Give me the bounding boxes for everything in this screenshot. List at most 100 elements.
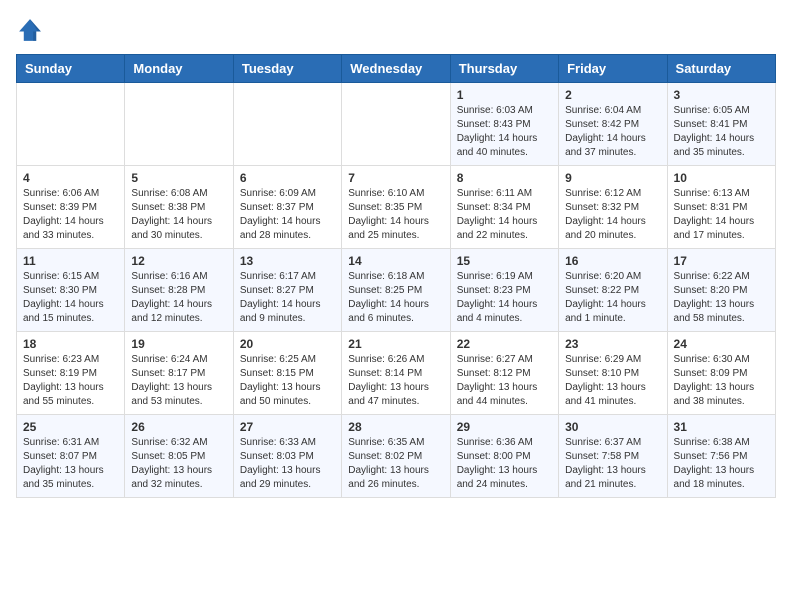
calendar-cell: 23Sunrise: 6:29 AM Sunset: 8:10 PM Dayli… (559, 332, 667, 415)
day-number: 15 (457, 254, 552, 268)
day-number: 19 (131, 337, 226, 351)
cell-text: Sunrise: 6:06 AM Sunset: 8:39 PM Dayligh… (23, 187, 118, 243)
day-header-friday: Friday (559, 55, 667, 83)
calendar-cell: 22 Sunrise: 6:27 AM Sunset: 8:12 PM Dayli… (450, 332, 558, 415)
cell-text: Sunrise: 6:23 AM Sunset: 8:19 PM Dayligh… (23, 353, 118, 409)
day-number: 9 (565, 171, 660, 185)
day-number: 8 (457, 171, 552, 185)
day-number: 16 (565, 254, 660, 268)
day-number: 27 (240, 420, 335, 434)
cell-text: Sunrise: 6:33 AM Sunset: 8:03 PM Dayligh… (240, 436, 335, 492)
day-number: 21 (348, 337, 443, 351)
calendar-cell: 30 Sunrise: 6:37 AM Sunset: 7:58 PM Dayli… (559, 415, 667, 498)
page-header (16, 16, 776, 44)
cell-text: Sunrise: 6:12 AM Sunset: 8:32 PM Dayligh… (565, 187, 660, 243)
cell-text: Sunrise: 6:38 AM Sunset: 7:56 PM Dayligh… (674, 436, 769, 492)
cell-text: Sunrise: 6:24 AM Sunset: 8:17 PM Dayligh… (131, 353, 226, 409)
cell-text: Sunrise: 6:11 AM Sunset: 8:34 PM Dayligh… (457, 187, 552, 243)
day-number: 29 (457, 420, 552, 434)
logo (16, 16, 48, 44)
calendar-cell: 24 Sunrise: 6:30 AM Sunset: 8:09 PM Dayli… (667, 332, 775, 415)
cell-text: Sunrise: 6:22 AM Sunset: 8:20 PM Dayligh… (674, 270, 769, 326)
day-number: 18 (23, 337, 118, 351)
cell-text: Sunrise: 6:17 AM Sunset: 8:27 PM Dayligh… (240, 270, 335, 326)
calendar-cell: 18 Sunrise: 6:23 AM Sunset: 8:19 PM Dayli… (17, 332, 125, 415)
day-number: 3 (674, 88, 769, 102)
cell-text: Sunrise: 6:05 AM Sunset: 8:41 PM Dayligh… (674, 104, 769, 160)
day-number: 20 (240, 337, 335, 351)
cell-text: Sunrise: 6:20 AM Sunset: 8:22 PM Dayligh… (565, 270, 660, 326)
cell-text: Sunrise: 6:31 AM Sunset: 8:07 PM Dayligh… (23, 436, 118, 492)
cell-text: Sunrise: 6:29 AM Sunset: 8:10 PM Dayligh… (565, 353, 660, 409)
day-number: 11 (23, 254, 118, 268)
day-number: 10 (674, 171, 769, 185)
cell-text: Sunrise: 6:32 AM Sunset: 8:05 PM Dayligh… (131, 436, 226, 492)
cell-text: Sunrise: 6:04 AM Sunset: 8:42 PM Dayligh… (565, 104, 660, 160)
calendar-cell: 7Sunrise: 6:10 AM Sunset: 8:35 PM Daylig… (342, 166, 450, 249)
calendar-cell (125, 83, 233, 166)
calendar-cell: 26 Sunrise: 6:32 AM Sunset: 8:05 PM Dayli… (125, 415, 233, 498)
calendar-week-4: 18 Sunrise: 6:23 AM Sunset: 8:19 PM Dayli… (17, 332, 776, 415)
day-number: 25 (23, 420, 118, 434)
cell-text: Sunrise: 6:03 AM Sunset: 8:43 PM Dayligh… (457, 104, 552, 160)
cell-text: Sunrise: 6:16 AM Sunset: 8:28 PM Dayligh… (131, 270, 226, 326)
calendar-cell: 4 Sunrise: 6:06 AM Sunset: 8:39 PM Daylig… (17, 166, 125, 249)
calendar-cell: 6 Sunrise: 6:09 AM Sunset: 8:37 PM Daylig… (233, 166, 341, 249)
day-header-thursday: Thursday (450, 55, 558, 83)
day-header-monday: Monday (125, 55, 233, 83)
cell-text: Sunrise: 6:27 AM Sunset: 8:12 PM Dayligh… (457, 353, 552, 409)
calendar-cell: 13 Sunrise: 6:17 AM Sunset: 8:27 PM Dayli… (233, 249, 341, 332)
cell-text: Sunrise: 6:36 AM Sunset: 8:00 PM Dayligh… (457, 436, 552, 492)
calendar-cell: 28 Sunrise: 6:35 AM Sunset: 8:02 PM Dayli… (342, 415, 450, 498)
calendar-cell: 17Sunrise: 6:22 AM Sunset: 8:20 PM Dayli… (667, 249, 775, 332)
day-number: 6 (240, 171, 335, 185)
cell-text: Sunrise: 6:30 AM Sunset: 8:09 PM Dayligh… (674, 353, 769, 409)
calendar-cell: 19 Sunrise: 6:24 AM Sunset: 8:17 PM Dayli… (125, 332, 233, 415)
day-number: 24 (674, 337, 769, 351)
calendar-cell: 9 Sunrise: 6:12 AM Sunset: 8:32 PM Daylig… (559, 166, 667, 249)
day-header-wednesday: Wednesday (342, 55, 450, 83)
calendar-cell: 12 Sunrise: 6:16 AM Sunset: 8:28 PM Dayli… (125, 249, 233, 332)
cell-text: Sunrise: 6:18 AM Sunset: 8:25 PM Dayligh… (348, 270, 443, 326)
calendar-week-2: 4 Sunrise: 6:06 AM Sunset: 8:39 PM Daylig… (17, 166, 776, 249)
cell-text: Sunrise: 6:19 AM Sunset: 8:23 PM Dayligh… (457, 270, 552, 326)
day-number: 28 (348, 420, 443, 434)
cell-text: Sunrise: 6:08 AM Sunset: 8:38 PM Dayligh… (131, 187, 226, 243)
calendar-cell: 1 Sunrise: 6:03 AM Sunset: 8:43 PM Daylig… (450, 83, 558, 166)
day-number: 30 (565, 420, 660, 434)
calendar-cell: 29 Sunrise: 6:36 AM Sunset: 8:00 PM Dayli… (450, 415, 558, 498)
calendar-cell: 8 Sunrise: 6:11 AM Sunset: 8:34 PM Daylig… (450, 166, 558, 249)
calendar-cell: 2 Sunrise: 6:04 AM Sunset: 8:42 PM Daylig… (559, 83, 667, 166)
day-number: 5 (131, 171, 226, 185)
day-number: 31 (674, 420, 769, 434)
calendar-cell: 15 Sunrise: 6:19 AM Sunset: 8:23 PM Dayli… (450, 249, 558, 332)
day-number: 22 (457, 337, 552, 351)
calendar-cell: 3 Sunrise: 6:05 AM Sunset: 8:41 PM Daylig… (667, 83, 775, 166)
calendar-week-1: 1 Sunrise: 6:03 AM Sunset: 8:43 PM Daylig… (17, 83, 776, 166)
cell-text: Sunrise: 6:09 AM Sunset: 8:37 PM Dayligh… (240, 187, 335, 243)
calendar-header-row: SundayMondayTuesdayWednesdayThursdayFrid… (17, 55, 776, 83)
day-number: 12 (131, 254, 226, 268)
day-header-tuesday: Tuesday (233, 55, 341, 83)
calendar-cell: 20 Sunrise: 6:25 AM Sunset: 8:15 PM Dayli… (233, 332, 341, 415)
calendar-cell: 31 Sunrise: 6:38 AM Sunset: 7:56 PM Dayli… (667, 415, 775, 498)
day-number: 2 (565, 88, 660, 102)
calendar-cell: 11 Sunrise: 6:15 AM Sunset: 8:30 PM Dayli… (17, 249, 125, 332)
calendar-cell: 14 Sunrise: 6:18 AM Sunset: 8:25 PM Dayli… (342, 249, 450, 332)
day-number: 1 (457, 88, 552, 102)
cell-text: Sunrise: 6:37 AM Sunset: 7:58 PM Dayligh… (565, 436, 660, 492)
cell-text: Sunrise: 6:15 AM Sunset: 8:30 PM Dayligh… (23, 270, 118, 326)
cell-text: Sunrise: 6:35 AM Sunset: 8:02 PM Dayligh… (348, 436, 443, 492)
calendar-cell (17, 83, 125, 166)
day-number: 13 (240, 254, 335, 268)
calendar-cell (342, 83, 450, 166)
cell-text: Sunrise: 6:13 AM Sunset: 8:31 PM Dayligh… (674, 187, 769, 243)
day-number: 26 (131, 420, 226, 434)
cell-text: Sunrise: 6:25 AM Sunset: 8:15 PM Dayligh… (240, 353, 335, 409)
day-header-saturday: Saturday (667, 55, 775, 83)
calendar-cell: 21 Sunrise: 6:26 AM Sunset: 8:14 PM Dayli… (342, 332, 450, 415)
cell-text: Sunrise: 6:26 AM Sunset: 8:14 PM Dayligh… (348, 353, 443, 409)
calendar-week-5: 25 Sunrise: 6:31 AM Sunset: 8:07 PM Dayli… (17, 415, 776, 498)
day-number: 14 (348, 254, 443, 268)
day-number: 4 (23, 171, 118, 185)
